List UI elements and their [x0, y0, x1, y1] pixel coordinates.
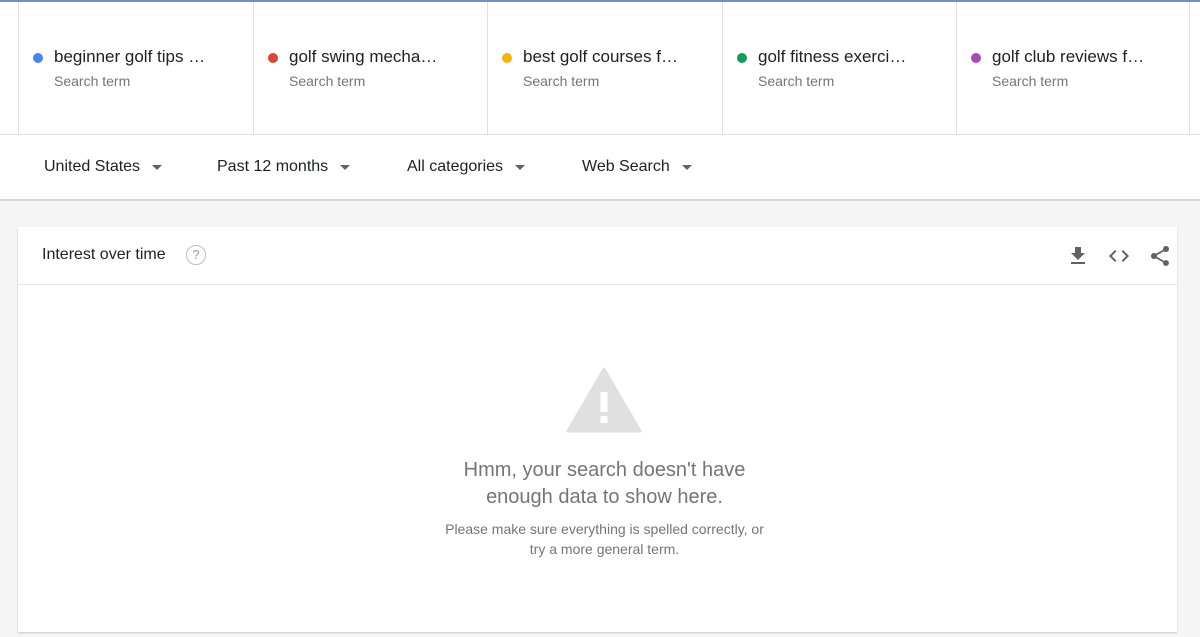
share-icon[interactable]	[1148, 244, 1172, 268]
category-dropdown-label: All categories	[407, 158, 504, 175]
term-label: golf club reviews f…	[992, 47, 1145, 66]
region-dropdown[interactable]: United States	[44, 135, 163, 199]
term-type: Search term	[54, 73, 131, 89]
empty-state-hint: Please make sure everything is spelled c…	[445, 521, 764, 557]
term-label: golf fitness exerci…	[758, 47, 907, 66]
term-type: Search term	[758, 73, 835, 89]
search-type-dropdown[interactable]: Web Search	[582, 135, 692, 199]
search-term-card-5[interactable]: golf club reviews f… Search term	[956, 2, 1190, 135]
time-range-dropdown[interactable]: Past 12 months	[217, 135, 351, 199]
caret-down-icon	[152, 164, 163, 170]
region-dropdown-label: United States	[44, 158, 141, 175]
search-type-dropdown-label: Web Search	[582, 158, 670, 175]
term-label: best golf courses f…	[523, 47, 678, 66]
term-label: golf swing mecha…	[289, 47, 438, 66]
panel-title: Interest over time	[42, 246, 166, 263]
search-term-card-4[interactable]: golf fitness exerci… Search term	[722, 2, 956, 135]
caret-down-icon	[681, 164, 692, 170]
category-dropdown[interactable]: All categories	[407, 135, 526, 199]
term-type: Search term	[992, 73, 1069, 89]
term-color-dot	[502, 53, 512, 63]
term-color-dot	[268, 53, 278, 63]
search-term-card-2[interactable]: golf swing mecha… Search term	[253, 2, 487, 135]
term-type: Search term	[289, 73, 366, 89]
interest-over-time-panel: Interest over time ? Hmm, your search do…	[18, 227, 1177, 632]
search-terms-bar: beginner golf tips … Search term golf sw…	[0, 2, 1200, 135]
term-label: beginner golf tips …	[54, 47, 206, 66]
warning-icon	[566, 367, 642, 433]
term-color-dot	[737, 53, 747, 63]
embed-code-icon[interactable]	[1107, 244, 1131, 268]
search-term-card-1[interactable]: beginner golf tips … Search term	[18, 2, 253, 135]
caret-down-icon	[515, 164, 526, 170]
term-color-dot	[971, 53, 981, 63]
empty-state: Hmm, your search doesn't have enough dat…	[18, 285, 1177, 632]
time-range-dropdown-label: Past 12 months	[217, 158, 329, 175]
empty-state-message: Hmm, your search doesn't have enough dat…	[463, 459, 746, 508]
download-icon[interactable]	[1066, 244, 1090, 268]
term-type: Search term	[523, 73, 600, 89]
panel-header: Interest over time ?	[18, 227, 1177, 285]
search-term-card-3[interactable]: best golf courses f… Search term	[487, 2, 722, 135]
help-icon[interactable]: ?	[186, 245, 206, 265]
term-color-dot	[33, 53, 43, 63]
caret-down-icon	[340, 164, 351, 170]
filters-bar: United States Past 12 months All categor…	[0, 135, 1200, 201]
